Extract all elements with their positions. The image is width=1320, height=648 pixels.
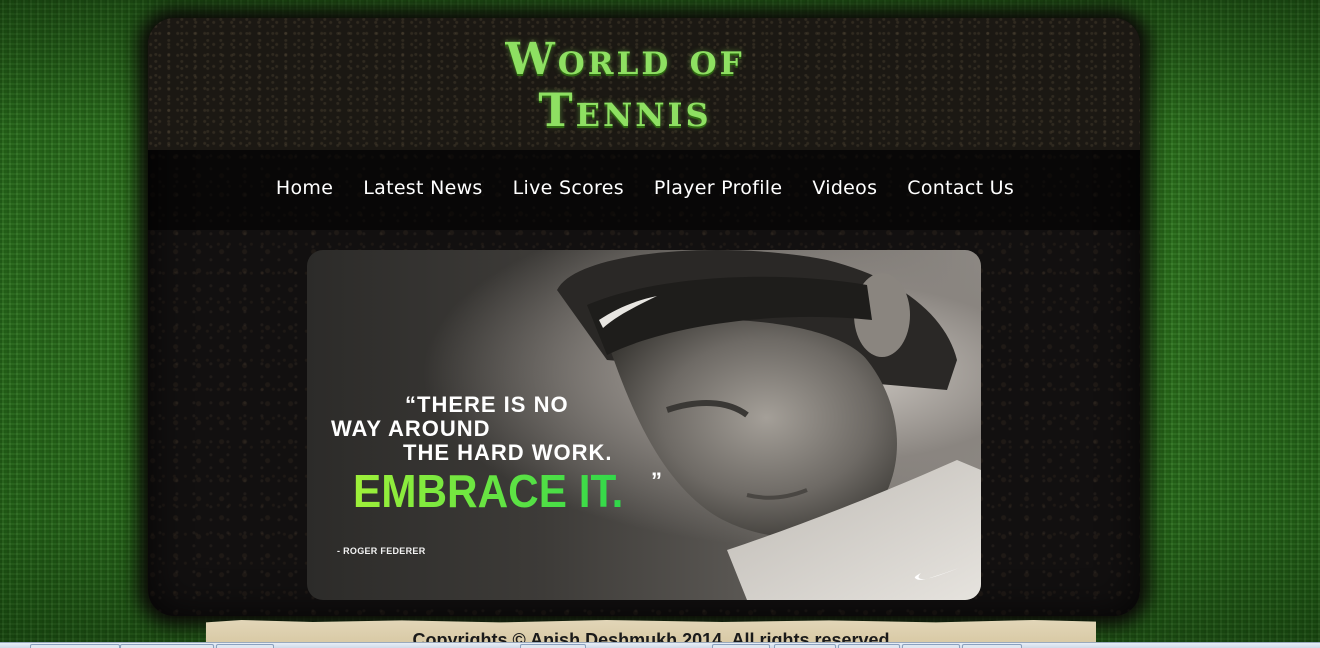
nav-player-profile-link[interactable]: Player Profile bbox=[654, 172, 782, 204]
taskbar-button[interactable] bbox=[712, 644, 770, 648]
taskbar-button[interactable] bbox=[120, 644, 214, 648]
logo-line-1: World of bbox=[505, 34, 745, 85]
taskbar-button[interactable] bbox=[962, 644, 1022, 648]
quote-author: - ROGER FEDERER bbox=[337, 546, 426, 556]
taskbar-button[interactable] bbox=[774, 644, 836, 648]
nav-contact-us-link[interactable]: Contact Us bbox=[907, 172, 1014, 204]
taskbar-button[interactable] bbox=[902, 644, 960, 648]
quote-line-1: “THERE IS NO bbox=[405, 392, 569, 417]
taskbar-button[interactable] bbox=[520, 644, 586, 648]
taskbar-button[interactable] bbox=[216, 644, 274, 648]
nav-home-link[interactable]: Home bbox=[276, 172, 333, 204]
quote-line-3: THE HARD WORK. bbox=[403, 440, 613, 465]
taskbar-button[interactable] bbox=[838, 644, 900, 648]
os-taskbar bbox=[0, 642, 1320, 648]
logo-line-2: Tennis bbox=[538, 83, 712, 137]
nav-latest-news-link[interactable]: Latest News bbox=[363, 172, 482, 204]
main-navigation: Home Latest News Live Scores Player Prof… bbox=[148, 172, 1140, 204]
taskbar-button[interactable] bbox=[30, 644, 120, 648]
nav-videos-link[interactable]: Videos bbox=[812, 172, 877, 204]
swoosh-logo-icon bbox=[914, 568, 959, 580]
quote-close-mark: ” bbox=[651, 468, 662, 493]
quote-line-2: WAY AROUND bbox=[331, 416, 491, 441]
site-logo[interactable]: World of Tennis bbox=[420, 30, 830, 140]
quote-line-4: EMBRACE IT. bbox=[353, 465, 624, 517]
nav-live-scores-link[interactable]: Live Scores bbox=[513, 172, 624, 204]
hero-banner: “THERE IS NO WAY AROUND THE HARD WORK. E… bbox=[307, 250, 981, 600]
